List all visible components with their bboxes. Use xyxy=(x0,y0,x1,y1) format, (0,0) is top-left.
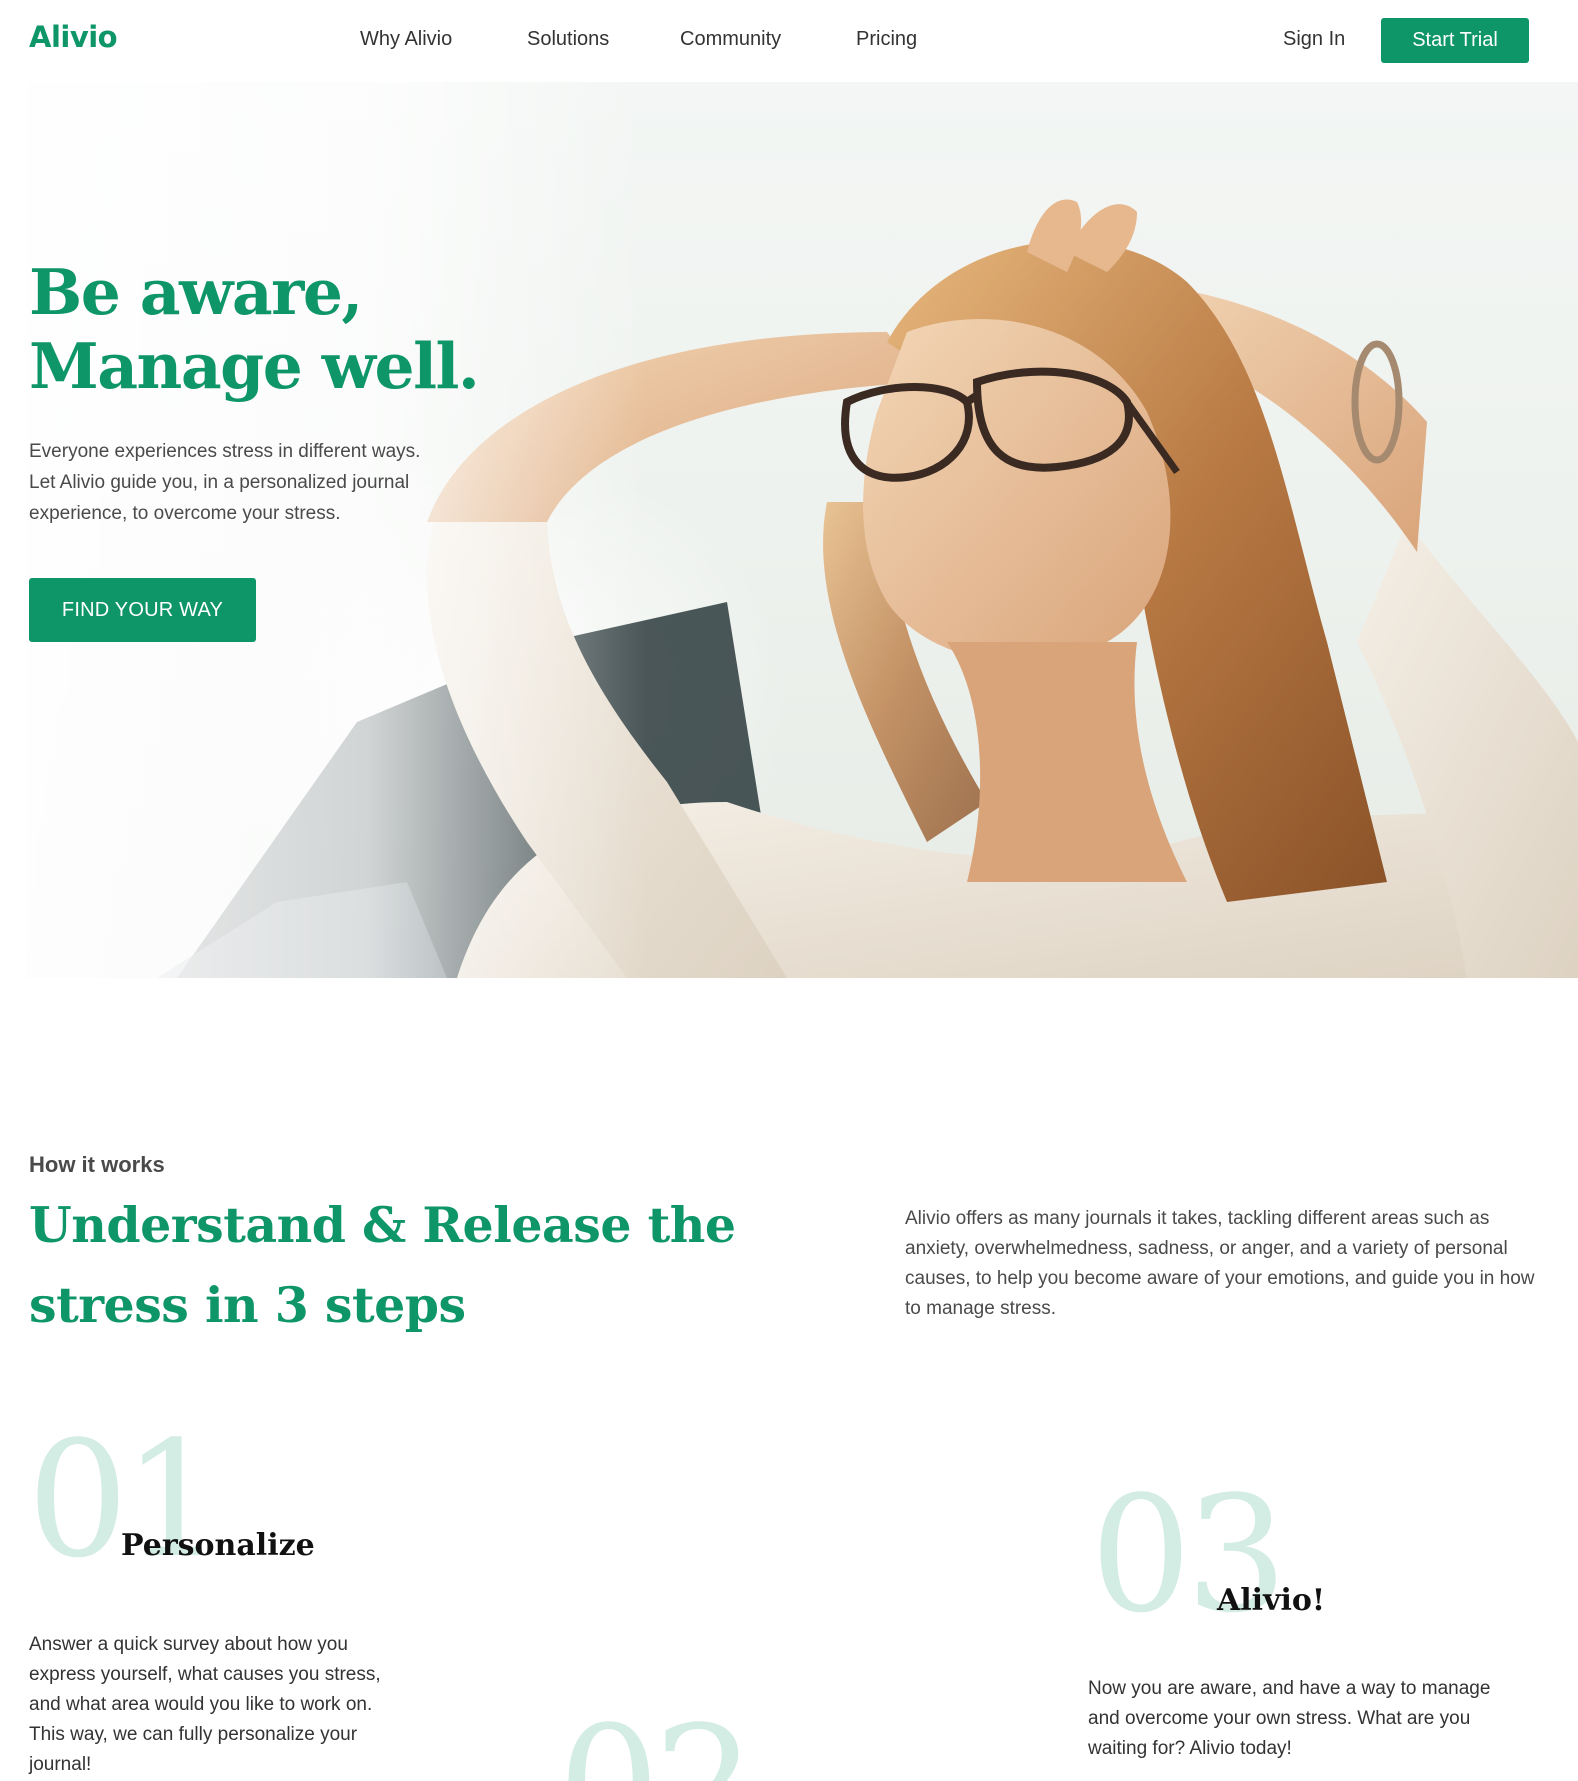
step-2-number: 02 xyxy=(558,1705,756,1781)
find-your-way-button[interactable]: FIND YOUR WAY xyxy=(29,578,256,642)
nav-link-community[interactable]: Community xyxy=(680,28,781,51)
nav-link-why-alivio[interactable]: Why Alivio xyxy=(360,28,452,51)
start-trial-button[interactable]: Start Trial xyxy=(1381,18,1529,63)
hero-headline-line1: Be aware, xyxy=(29,255,363,329)
sign-in-link[interactable]: Sign In xyxy=(1283,28,1345,51)
how-it-works-description: Alivio offers as many journals it takes,… xyxy=(905,1208,1535,1319)
how-it-works-title: Understand & Release the stress in 3 ste… xyxy=(29,1196,736,1334)
hero-description: Everyone experiences stress in different… xyxy=(29,441,421,524)
step-3-title: Alivio! xyxy=(1217,1583,1326,1618)
hero-section xyxy=(27,82,1578,978)
how-it-works-label: How it works xyxy=(29,1152,165,1177)
brand-logo[interactable]: Alivio xyxy=(29,20,118,54)
top-navigation: Alivio Why Alivio Solutions Community Pr… xyxy=(0,0,1578,82)
hero-headline-line2: Manage well. xyxy=(29,329,480,403)
nav-link-pricing[interactable]: Pricing xyxy=(856,28,917,51)
step-1-title: Personalize xyxy=(121,1528,315,1563)
step-3-description: Now you are aware, and have a way to man… xyxy=(1088,1678,1491,1759)
step-1-description: Answer a quick survey about how you expr… xyxy=(29,1634,381,1775)
hero-fade-overlay xyxy=(27,82,647,978)
nav-link-solutions[interactable]: Solutions xyxy=(527,28,609,51)
hero-headline: Be aware, Manage well. xyxy=(29,255,480,403)
